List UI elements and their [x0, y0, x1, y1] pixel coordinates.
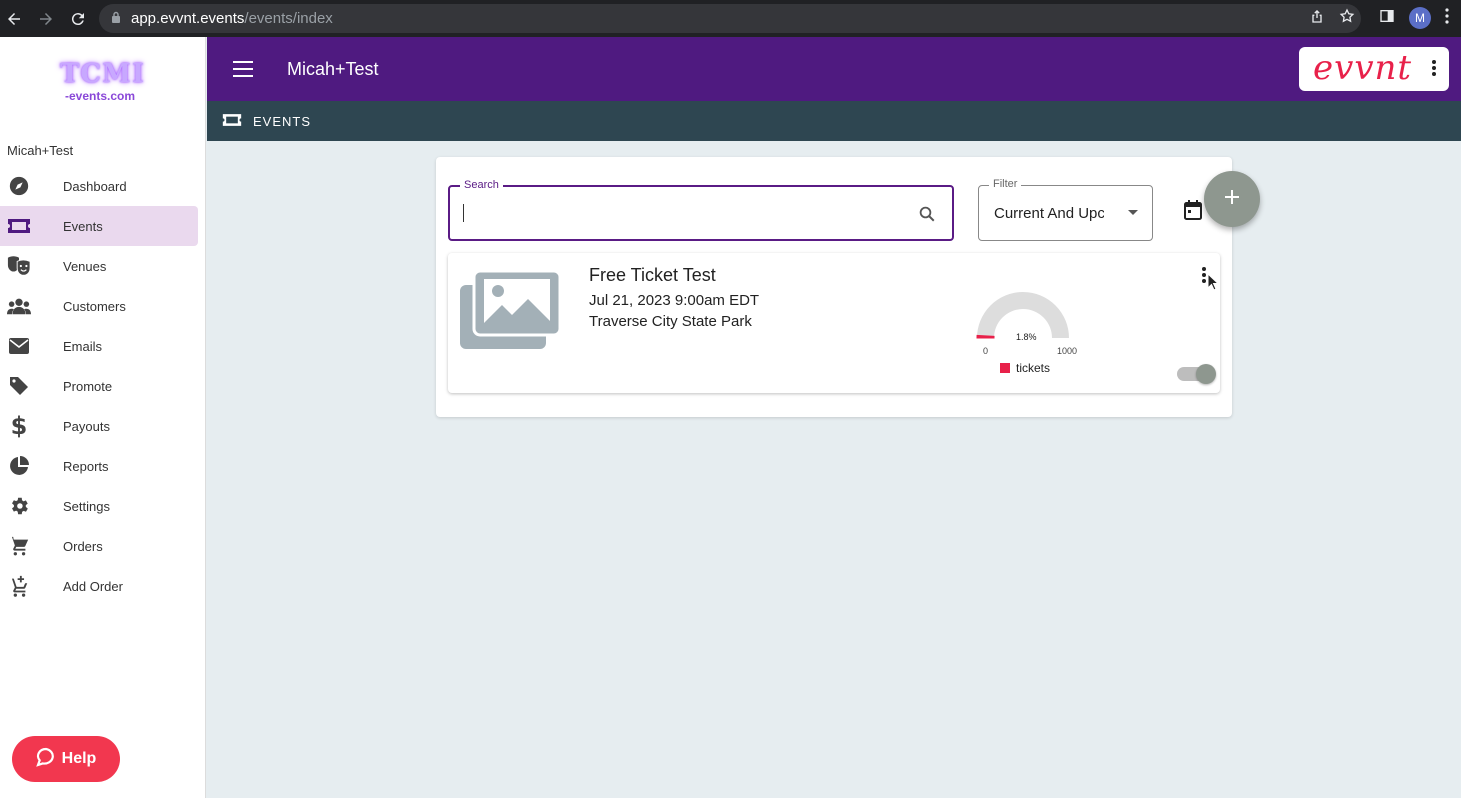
people-icon [7, 294, 31, 318]
url-path: /events/index [244, 10, 333, 27]
filter-select[interactable]: Filter Current And Upcoming [978, 178, 1153, 241]
events-panel: Search Filter Current And Upcoming Free … [436, 157, 1260, 417]
section-header: EVENTS [207, 101, 1461, 141]
sidebar-item-emails[interactable]: Emails [0, 326, 206, 366]
forward-arrow-icon[interactable] [34, 7, 58, 31]
chevron-down-icon [1128, 210, 1138, 215]
add-event-button[interactable] [1204, 171, 1260, 227]
gauge-max: 1000 [1057, 346, 1078, 356]
logo-text-top: TCMI [60, 59, 145, 89]
calendar-icon[interactable] [1184, 200, 1202, 225]
lock-icon [111, 10, 121, 27]
sidebar-item-label: Orders [63, 538, 103, 554]
sidebar-item-label: Add Order [63, 578, 123, 594]
org-name: Micah+Test [7, 143, 74, 158]
search-label: Search [460, 179, 503, 191]
legend-swatch [1000, 363, 1010, 373]
brand-logo: evvnt [1313, 48, 1413, 88]
app-header: Micah+Test evvnt [207, 37, 1461, 101]
brand-logo-box[interactable]: evvnt [1299, 47, 1449, 91]
sidebar-item-promote[interactable]: Promote [0, 366, 206, 406]
back-arrow-icon[interactable] [2, 7, 26, 31]
url-host: app.evvnt.events [131, 10, 245, 27]
sidebar-item-label: Events [63, 218, 103, 234]
sidebar-item-label: Venues [63, 258, 107, 274]
ticket-icon [222, 112, 242, 133]
star-icon[interactable] [1339, 7, 1355, 29]
filter-label: Filter [989, 178, 1022, 190]
sidebar-item-add-order[interactable]: Add Order [0, 566, 206, 606]
sidebar-item-events[interactable]: Events [0, 206, 198, 246]
side-panel-icon[interactable] [1379, 8, 1395, 29]
sidebar-item-venues[interactable]: Venues [0, 246, 206, 286]
section-title: EVENTS [253, 114, 312, 129]
sidebar: TCMI -events.com Micah+Test Dashboard Ev… [0, 37, 206, 798]
toggle-knob [1196, 364, 1216, 384]
brand-menu-icon[interactable] [1432, 60, 1436, 78]
image-placeholder-icon [460, 269, 562, 354]
gear-icon [7, 494, 31, 518]
gauge-percent: 1.8% [1016, 332, 1037, 342]
sidebar-item-label: Emails [63, 338, 103, 354]
envelope-icon [7, 334, 31, 358]
plus-icon [1224, 189, 1240, 210]
event-menu-icon[interactable] [1202, 267, 1206, 285]
sidebar-item-reports[interactable]: Reports [0, 446, 206, 486]
sidebar-item-settings[interactable]: Settings [0, 486, 206, 526]
sidebar-item-dashboard[interactable]: Dashboard [0, 166, 206, 206]
gauge-legend: tickets [1000, 361, 1050, 375]
gauge-min: 0 [983, 346, 989, 356]
ticket-icon [7, 214, 31, 238]
event-venue: Traverse City State Park [589, 313, 752, 330]
sidebar-item-label: Settings [63, 498, 110, 514]
cart-plus-icon [7, 574, 31, 598]
sidebar-item-label: Payouts [63, 418, 110, 434]
browser-toolbar: app.evvnt.events/events/index M [0, 0, 1461, 37]
event-date: Jul 21, 2023 9:00am EDT [589, 292, 760, 309]
sidebar-item-label: Reports [63, 458, 109, 474]
profile-avatar[interactable]: M [1409, 7, 1431, 29]
kebab-menu-icon[interactable] [1445, 7, 1449, 29]
cart-icon [7, 534, 31, 558]
page-title: Micah+Test [287, 59, 379, 79]
tag-icon [7, 374, 31, 398]
mouse-cursor-icon [1207, 272, 1220, 296]
share-icon[interactable] [1309, 8, 1325, 29]
help-button[interactable]: Help [12, 736, 120, 782]
search-input[interactable]: Search [448, 179, 954, 241]
gauge-fill [976, 334, 995, 339]
org-logo[interactable]: TCMI -events.com [60, 59, 145, 103]
event-title[interactable]: Free Ticket Test [589, 265, 716, 286]
sidebar-item-orders[interactable]: Orders [0, 526, 206, 566]
legend-label: tickets [1016, 361, 1051, 375]
compass-icon [7, 174, 31, 198]
address-bar[interactable]: app.evvnt.events/events/index [99, 4, 1361, 33]
publish-toggle[interactable] [1177, 364, 1216, 384]
help-label: Help [61, 750, 97, 767]
chat-bubble-icon [35, 747, 56, 772]
reload-icon[interactable] [66, 7, 90, 31]
sidebar-menu: Dashboard Events Venues Customers Emails [0, 166, 206, 606]
sidebar-item-label: Customers [63, 298, 126, 314]
sidebar-item-label: Promote [63, 378, 113, 394]
hamburger-menu-icon[interactable] [233, 61, 253, 77]
logo-text-bottom: -events.com [64, 89, 136, 103]
search-icon[interactable] [918, 205, 936, 228]
event-card[interactable]: Free Ticket Test Jul 21, 2023 9:00am EDT… [448, 253, 1220, 393]
sidebar-item-payouts[interactable]: $ Payouts [0, 406, 206, 446]
theater-masks-icon [7, 254, 31, 278]
filter-value: Current And Upcoming [994, 205, 1104, 222]
pie-chart-icon [7, 454, 31, 478]
sidebar-item-label: Dashboard [63, 178, 127, 194]
dollar-icon: $ [10, 412, 28, 440]
text-caret [463, 204, 464, 222]
sidebar-item-customers[interactable]: Customers [0, 286, 206, 326]
